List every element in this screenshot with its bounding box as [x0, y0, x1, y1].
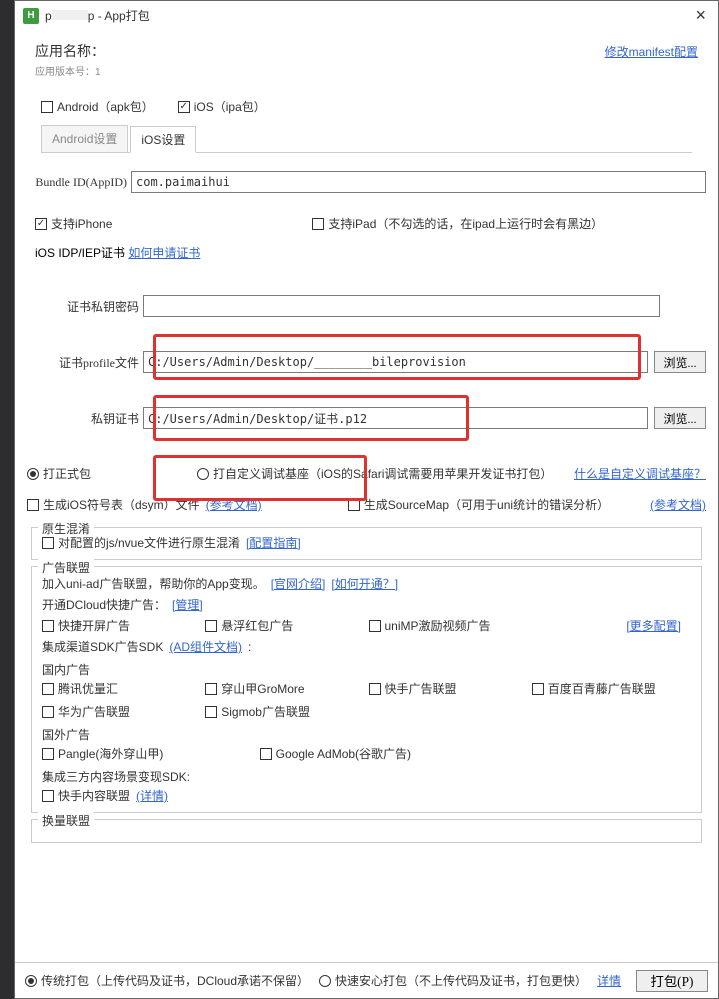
app-logo: H: [23, 8, 39, 24]
domestic-title: 国内广告: [42, 661, 691, 678]
sdk-integration-label: 集成渠道SDK广告SDK: [42, 638, 163, 655]
safe-pack-radio[interactable]: 快速安心打包（不上传代码及证书，打包更快）: [319, 972, 587, 989]
formal-label: 打正式包: [43, 465, 91, 482]
app-version-value: 1: [95, 67, 101, 78]
titlebar: H p p - App打包 ×: [15, 1, 718, 31]
safe-label: 快速安心打包（不上传代码及证书，打包更快）: [335, 972, 587, 989]
ad-intro: 加入uni-ad广告联盟，帮助你的App变现。: [42, 575, 265, 592]
native-obfuscate-group: 原生混淆 对配置的js/nvue文件进行原生混淆 [配置指南]: [31, 527, 702, 560]
ks-detail-link[interactable]: (详情): [136, 787, 168, 804]
header-area: 应用名称： 修改manifest配置 应用版本号：1 Android（apk包）…: [15, 31, 718, 153]
float-ad-checkbox[interactable]: 悬浮红包广告: [205, 617, 364, 634]
native-obfuscate-title: 原生混淆: [38, 520, 94, 537]
splash-ad-label: 快捷开屏广告: [58, 617, 130, 634]
app-name-row: 应用名称： 修改manifest配置: [35, 41, 698, 61]
ad-official-link[interactable]: [官网介绍]: [271, 575, 326, 592]
key-input[interactable]: [143, 407, 648, 429]
app-packaging-window: H p p - App打包 × 应用名称： 修改manifest配置 应用版本号：…: [14, 0, 719, 999]
sourcemap-ref-link[interactable]: (参考文档): [650, 496, 706, 513]
pack-button[interactable]: 打包(P): [636, 970, 708, 992]
custom-radio[interactable]: 打自定义调试基座（iOS的Safari调试需要用苹果开发证书打包）: [197, 465, 552, 482]
app-version-label: 应用版本号：: [35, 67, 95, 78]
edit-manifest-link[interactable]: 修改manifest配置: [605, 43, 698, 60]
dcloud-manage-link[interactable]: [管理]: [172, 596, 203, 613]
window-title: p p - App打包: [45, 7, 150, 24]
android-checkbox[interactable]: Android（apk包）: [41, 98, 154, 115]
platform-row: Android（apk包） iOS（ipa包）: [35, 78, 698, 125]
bundle-id-input[interactable]: [131, 171, 706, 193]
sigmob-checkbox[interactable]: Sigmob广告联盟: [205, 703, 364, 720]
traditional-label: 传统打包（上传代码及证书，DCloud承诺不保留）: [41, 972, 309, 989]
ad-alliance-group: 广告联盟 加入uni-ad广告联盟，帮助你的App变现。 [官网介绍] [如何开…: [31, 566, 702, 813]
custom-what-link[interactable]: 什么是自定义调试基座？: [574, 465, 706, 482]
dsym-row: 生成iOS符号表（dsym）文件 (参考文档) 生成SourceMap（可用于u…: [27, 496, 706, 513]
exchange-title: 换量联盟: [38, 812, 94, 829]
key-label: 私钥证书: [27, 410, 139, 427]
package-type-row: 打正式包 打自定义调试基座（iOS的Safari调试需要用苹果开发证书打包） 什…: [27, 465, 706, 482]
obfuscate-guide-link[interactable]: [配置指南]: [246, 534, 301, 551]
footer: 传统打包（上传代码及证书，DCloud承诺不保留） 快速安心打包（不上传代码及证…: [15, 962, 718, 998]
gromore-checkbox[interactable]: 穿山甲GroMore: [205, 680, 364, 697]
more-config-link[interactable]: [更多配置]: [626, 617, 681, 634]
profile-input[interactable]: [143, 351, 648, 373]
custom-label: 打自定义调试基座（iOS的Safari调试需要用苹果开发证书打包）: [213, 465, 552, 482]
huawei-checkbox[interactable]: 华为广告联盟: [42, 703, 201, 720]
tencent-checkbox[interactable]: 腾讯优量汇: [42, 680, 201, 697]
support-iphone-label: 支持iPhone: [51, 215, 112, 232]
title-suffix: p - App打包: [88, 9, 150, 23]
idp-help-link[interactable]: 如何申请证书: [128, 246, 200, 260]
private-key-pwd-input[interactable]: [143, 295, 660, 317]
exchange-group: 换量联盟: [31, 819, 702, 843]
android-label: Android（apk包）: [57, 98, 154, 115]
dsym-checkbox[interactable]: 生成iOS符号表（dsym）文件: [27, 496, 200, 513]
idp-label: iOS IDP/IEP证书: [35, 246, 125, 260]
tab-ios[interactable]: iOS设置: [130, 126, 196, 153]
ios-settings-panel: Bundle ID(AppID) 支持iPhone 支持iPad（不勾选的话，在…: [15, 153, 718, 962]
traditional-pack-radio[interactable]: 传统打包（上传代码及证书，DCloud承诺不保留）: [25, 972, 309, 989]
key-row: 私钥证书 浏览...: [27, 407, 706, 429]
dcloud-quick-ad-label: 开通DCloud快捷广告：: [42, 596, 166, 613]
baidu-checkbox[interactable]: 百度百青藤广告联盟: [532, 680, 691, 697]
footer-detail-link[interactable]: 详情: [597, 972, 621, 989]
key-browse-button[interactable]: 浏览...: [654, 407, 706, 429]
private-key-pwd-row: 证书私钥密码: [27, 295, 706, 317]
tab-android[interactable]: Android设置: [41, 125, 128, 152]
bundle-id-label: Bundle ID(AppID): [27, 175, 127, 190]
ad-doc-link[interactable]: (AD组件文档): [169, 638, 242, 655]
admob-checkbox[interactable]: Google AdMob(谷歌广告): [260, 745, 474, 762]
app-version-row: 应用版本号：1: [35, 63, 698, 78]
bundle-id-row: Bundle ID(AppID): [27, 171, 706, 193]
foreign-title: 国外广告: [42, 726, 691, 743]
ad-how-link[interactable]: [如何开通？]: [331, 575, 398, 592]
tabs: Android设置 iOS设置: [41, 125, 692, 153]
profile-row: 证书profile文件 浏览...: [27, 351, 706, 373]
splash-ad-checkbox[interactable]: 快捷开屏广告: [42, 617, 201, 634]
support-iphone-checkbox[interactable]: 支持iPhone: [35, 215, 112, 232]
dsym-ref-link[interactable]: (参考文档): [206, 496, 262, 513]
app-name-value: [105, 41, 147, 61]
ks-content-checkbox[interactable]: 快手内容联盟: [42, 787, 130, 804]
unimp-ad-checkbox[interactable]: uniMP激励视频广告: [369, 617, 528, 634]
profile-browse-button[interactable]: 浏览...: [654, 351, 706, 373]
close-button[interactable]: ×: [691, 5, 710, 26]
dsym-label: 生成iOS符号表（dsym）文件: [43, 496, 200, 513]
support-ipad-checkbox[interactable]: 支持iPad（不勾选的话，在ipad上运行时会有黑边）: [312, 215, 603, 232]
profile-label: 证书profile文件: [27, 354, 139, 371]
kuaishou-checkbox[interactable]: 快手广告联盟: [369, 680, 528, 697]
formal-radio[interactable]: 打正式包: [27, 465, 91, 482]
device-support-row: 支持iPhone 支持iPad（不勾选的话，在ipad上运行时会有黑边）: [27, 215, 706, 232]
sourcemap-label: 生成SourceMap（可用于uni统计的错误分析）: [364, 496, 609, 513]
app-name-label: 应用名称：: [35, 41, 105, 61]
title-prefix: p: [45, 9, 52, 23]
ios-label: iOS（ipa包）: [194, 98, 266, 115]
support-ipad-label: 支持iPad（不勾选的话，在ipad上运行时会有黑边）: [328, 215, 603, 232]
ios-checkbox[interactable]: iOS（ipa包）: [178, 98, 266, 115]
private-key-pwd-label: 证书私钥密码: [27, 298, 139, 315]
third-sdk-title: 集成三方内容场景变现SDK:: [42, 768, 691, 785]
sourcemap-checkbox[interactable]: 生成SourceMap（可用于uni统计的错误分析）: [348, 496, 609, 513]
pangle-checkbox[interactable]: Pangle(海外穿山甲): [42, 745, 256, 762]
float-ad-label: 悬浮红包广告: [221, 617, 293, 634]
ad-alliance-title: 广告联盟: [38, 559, 94, 576]
unimp-ad-label: uniMP激励视频广告: [385, 617, 491, 634]
